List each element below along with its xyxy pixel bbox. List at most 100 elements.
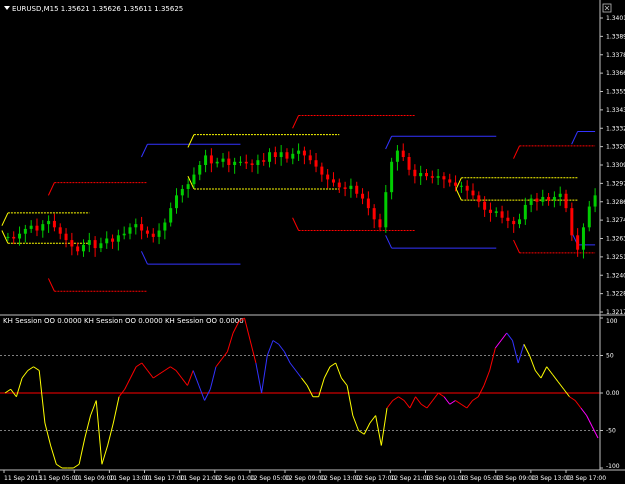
oscillator-segment [586, 415, 593, 427]
indicator-pane[interactable] [0, 317, 600, 469]
candle-body [442, 176, 446, 180]
candle-body [169, 208, 173, 223]
candle-body [535, 198, 539, 202]
candle-body [23, 228, 27, 234]
triangle-down-icon[interactable] [4, 6, 10, 10]
oscillator-segment [164, 366, 171, 371]
price-pane[interactable] [1, 114, 597, 292]
oscillator-segment [511, 340, 519, 364]
candle-body [87, 240, 91, 245]
candle-body [134, 224, 138, 228]
indicator-label: KH Session OO 0.0000 KH Session OO 0.000… [3, 317, 244, 325]
oscillator-segment [346, 385, 354, 416]
oscillator-segment [420, 403, 428, 409]
candle-body [320, 166, 324, 175]
session-band-line [292, 115, 300, 129]
candle-body [413, 169, 417, 177]
price-tick-label: 1.32860 [606, 199, 625, 206]
session-band-line [47, 278, 55, 292]
candle-body [64, 233, 68, 241]
candle-body [483, 201, 487, 210]
oscillator-segment [283, 351, 291, 364]
candle-body [238, 161, 242, 163]
oscillator-segment [73, 463, 80, 469]
candle-body [424, 172, 428, 177]
oscillator-segment [443, 396, 451, 405]
candle-body [99, 243, 103, 249]
candle-body [285, 152, 289, 159]
candle-body [209, 155, 213, 164]
price-tick-label: 1.32745 [606, 217, 625, 224]
oscillator-segment [335, 362, 342, 379]
oscillator-segment [529, 355, 536, 371]
candle-body [407, 157, 411, 170]
oscillator-segment [569, 396, 576, 401]
price-tick-label: 1.32285 [606, 291, 625, 298]
price-tick-label: 1.32515 [606, 254, 625, 261]
candle-body [587, 206, 591, 228]
candle-body [192, 174, 196, 185]
candle-body [326, 174, 330, 180]
oscillator-segment [460, 403, 468, 409]
candle-body [111, 238, 115, 242]
oscillator-segment [472, 396, 479, 401]
candle-body [378, 219, 382, 228]
candle-body [151, 233, 155, 237]
oscillator-segment [147, 370, 154, 379]
oscillator-segment [112, 396, 120, 424]
oscillator-segment [580, 407, 587, 416]
session-band-line [454, 187, 462, 201]
candle-body [337, 182, 341, 188]
candle-body [58, 227, 62, 234]
price-tick-label: 1.32630 [606, 236, 625, 243]
candle-body [81, 244, 85, 252]
candle-body [494, 211, 498, 213]
candle-body [163, 222, 167, 231]
oscillator-segment [432, 392, 439, 401]
oscillator-segment [318, 377, 325, 397]
oscillator-segment [221, 351, 228, 360]
chart-canvas[interactable]: EURUSD,M15 1.35621 1.35626 1.35611 1.356… [0, 0, 625, 484]
candle-body [395, 150, 399, 162]
oscillator-segment [266, 340, 274, 356]
price-axis: 1.34010 1.33895 1.33780 1.33665 1.33550 1.334… [600, 15, 625, 316]
price-tick-label: 1.33550 [606, 89, 625, 96]
candle-body [547, 196, 551, 201]
candle-body [262, 160, 266, 162]
close-box-icon[interactable] [602, 3, 612, 13]
oscillator-segment [56, 463, 63, 469]
oscillator-segment [341, 377, 348, 386]
oscillator-segment [192, 370, 200, 386]
oscillator-segment [181, 377, 188, 386]
candle-body [593, 195, 597, 207]
oscillator-segment [546, 366, 553, 375]
candle-body [6, 236, 10, 238]
candle-body [52, 220, 56, 228]
oscillator-segment [306, 385, 314, 397]
oscillator-segment [50, 445, 57, 465]
oscillator-segment [107, 422, 114, 446]
candle-body [47, 220, 51, 225]
candle-body [302, 150, 306, 156]
price-tick-label: 1.34010 [606, 15, 625, 22]
oscillator-segment [438, 392, 445, 398]
candle-body [523, 204, 527, 220]
candle-body [314, 160, 318, 167]
oscillator-segment [323, 366, 331, 379]
candle-body [35, 225, 39, 231]
candle-body [105, 238, 109, 244]
candle-body [273, 152, 277, 158]
candle-body [500, 211, 504, 218]
candle-body [157, 230, 161, 237]
price-tick-label: 1.32400 [606, 272, 625, 279]
oscillator-segment [329, 362, 336, 368]
candle-body [233, 161, 237, 165]
oscillator-segment [21, 370, 29, 379]
oscillator-segment [135, 362, 143, 368]
candle-body [215, 161, 219, 164]
oscillator-segment [403, 400, 411, 409]
price-tick-label: 1.33780 [606, 52, 625, 59]
candle-body [459, 185, 463, 187]
oscillator-segment [158, 370, 165, 375]
time-axis: 11 Sep 201311 Sep 05:0011 Sep 09:0011 Se… [3, 470, 606, 482]
